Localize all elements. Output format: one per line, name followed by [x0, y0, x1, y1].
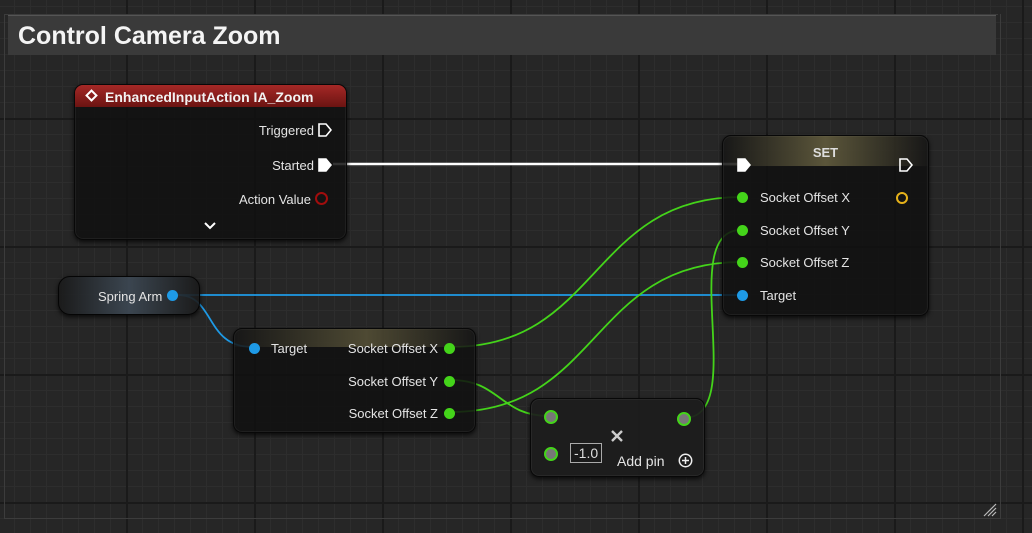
get-socket-offset-z-pin[interactable] [444, 408, 455, 419]
started-exec-pin[interactable] [318, 158, 332, 172]
get-socket-offset-node[interactable]: Target Socket Offset X Socket Offset Y S… [233, 328, 476, 433]
get-socket-offset-z-label: Socket Offset Z [348, 406, 438, 421]
get-socket-offset-x-pin[interactable] [444, 343, 455, 354]
action-value-pin[interactable] [315, 192, 328, 205]
spring-arm-output-pin[interactable] [167, 290, 178, 301]
set-socket-offset-y-pin[interactable] [737, 225, 748, 236]
multiply-input-a-pin[interactable] [544, 410, 558, 424]
set-socket-offset-x-pin[interactable] [737, 192, 748, 203]
set-socket-offset-y-label: Socket Offset Y [760, 223, 850, 238]
set-output-pin[interactable] [896, 192, 908, 204]
enhanced-input-action-node[interactable]: EnhancedInputAction IA_Zoom Triggered St… [74, 84, 347, 240]
set-target-pin[interactable] [737, 290, 748, 301]
set-exec-in-pin[interactable] [737, 158, 751, 172]
spring-arm-label: Spring Arm [98, 289, 163, 304]
set-node-title: SET [812, 145, 839, 160]
close-icon[interactable] [611, 430, 623, 442]
get-socket-offset-x-label: Socket Offset X [347, 341, 438, 356]
get-target-label: Target [271, 341, 308, 356]
action-value-pin-label: Action Value [238, 192, 311, 207]
multiply-input-b-pin[interactable] [544, 447, 558, 461]
set-socket-offset-z-pin[interactable] [737, 257, 748, 268]
event-node-title: EnhancedInputAction IA_Zoom [105, 89, 314, 105]
started-pin-label: Started [272, 158, 314, 173]
multiply-output-pin[interactable] [677, 412, 691, 426]
event-diamond-icon [85, 89, 98, 102]
get-target-pin[interactable] [249, 343, 260, 354]
offset-z-wire [450, 261, 742, 413]
set-exec-out-pin[interactable] [899, 158, 913, 172]
set-socket-offset-x-label: Socket Offset X [760, 190, 851, 205]
event-node-header: EnhancedInputAction IA_Zoom [75, 85, 346, 107]
set-node-header: SET [723, 136, 928, 166]
get-socket-offset-y-label: Socket Offset Y [348, 374, 438, 389]
spring-arm-variable-node[interactable]: Spring Arm [58, 276, 200, 315]
triggered-pin-label: Triggered [258, 123, 314, 138]
add-pin-label[interactable]: Add pin [617, 453, 664, 469]
set-node[interactable]: SET Socket Offset X Socket Offset Y Sock… [722, 135, 929, 316]
triggered-exec-pin[interactable] [318, 123, 332, 137]
set-target-label: Target [760, 288, 797, 303]
get-socket-offset-y-pin[interactable] [444, 376, 455, 387]
set-socket-offset-z-label: Socket Offset Z [760, 255, 850, 270]
offset-x-wire [450, 196, 742, 348]
multiply-node[interactable]: -1.0 Add pin [530, 398, 705, 477]
chevron-down-icon[interactable] [203, 221, 217, 231]
multiply-value-field[interactable]: -1.0 [570, 443, 603, 463]
plus-circle-icon[interactable] [678, 453, 693, 468]
